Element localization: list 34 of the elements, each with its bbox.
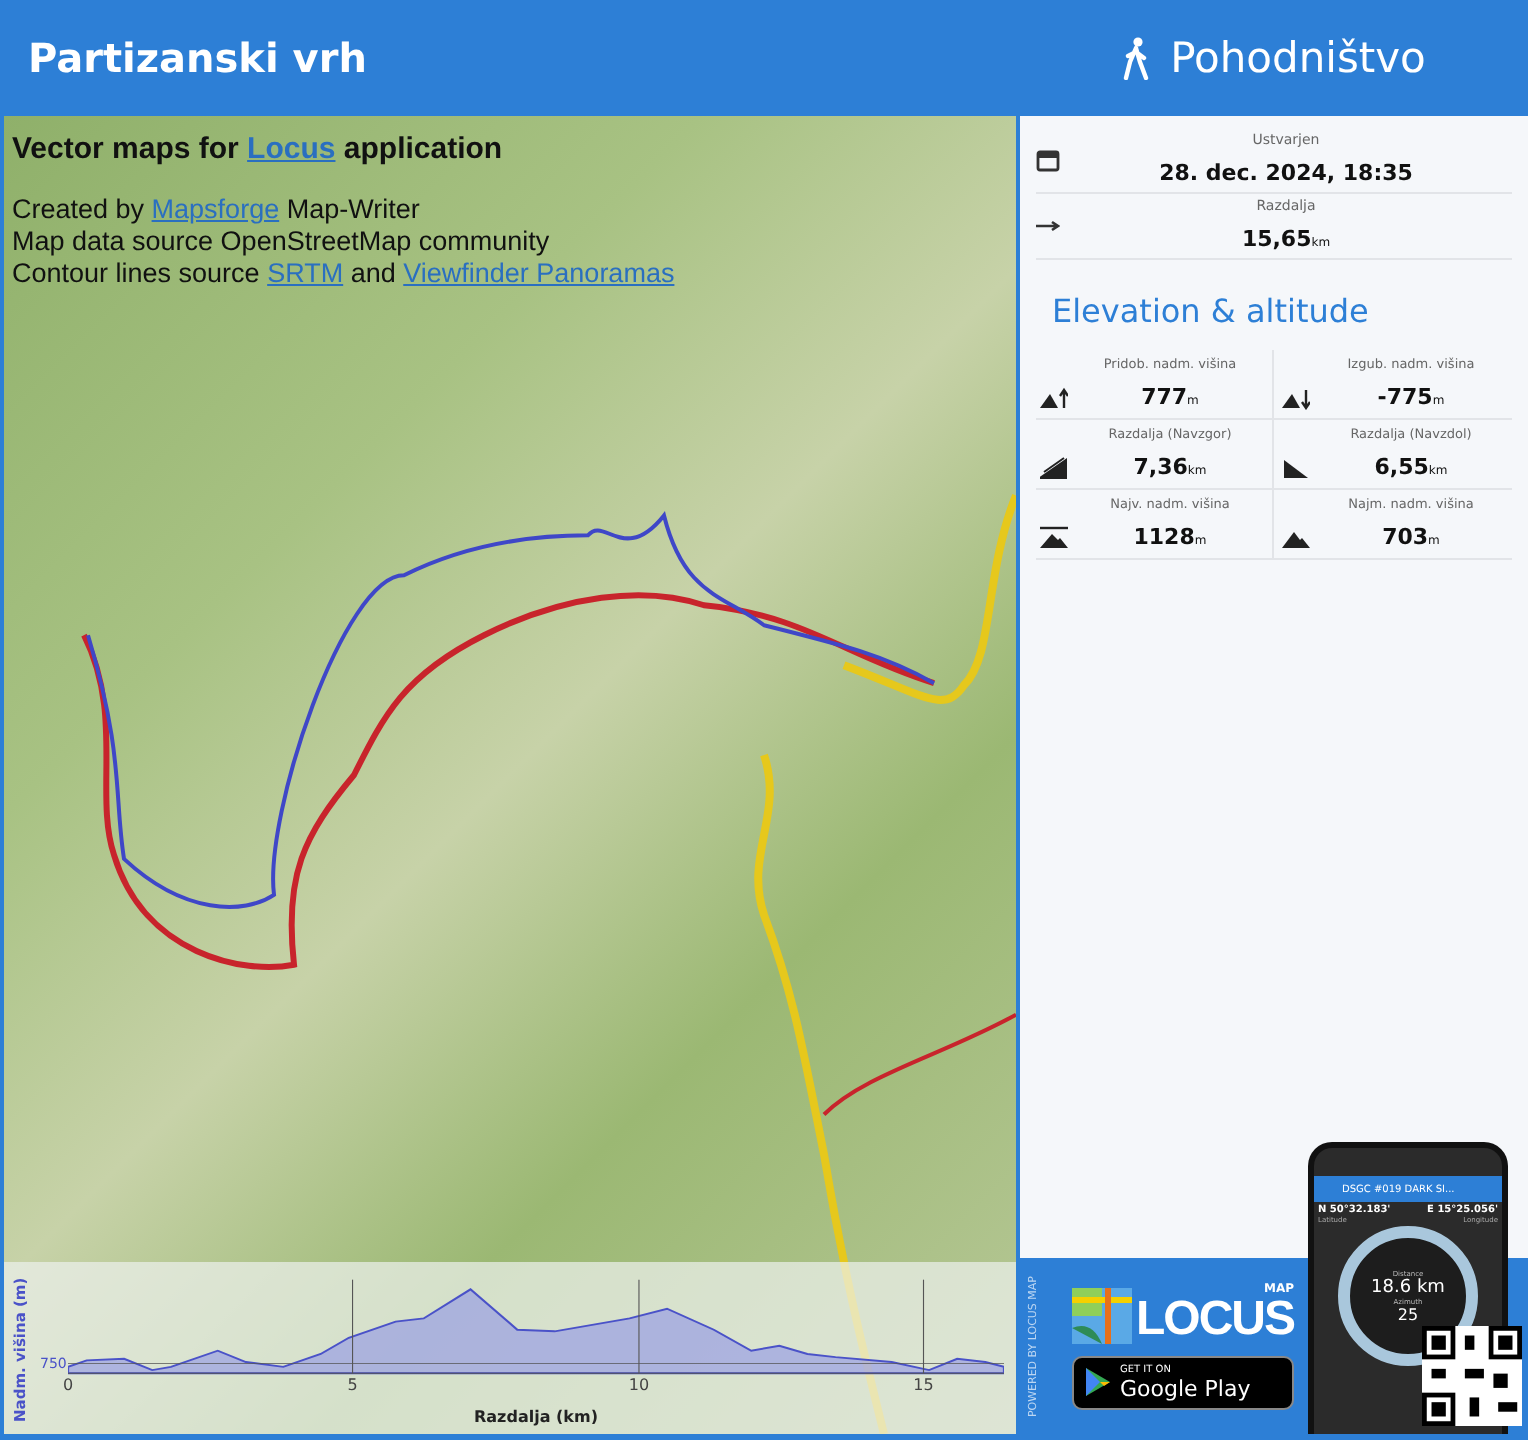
slope-up-icon (1040, 456, 1068, 480)
qr-code-icon (1422, 1326, 1522, 1426)
attribution-link[interactable]: SRTM (267, 258, 344, 288)
attribution-link[interactable]: Viewfinder Panoramas (403, 258, 675, 288)
compass-azimuth: 25 (1397, 1305, 1419, 1323)
attribution-link[interactable]: Mapsforge (151, 194, 280, 224)
axis-tick-label: 0 (62, 1376, 74, 1395)
axis-tick-label: 5 (347, 1376, 358, 1395)
puzzle-map-logo-icon (1072, 1287, 1132, 1343)
attribution-link[interactable]: Locus (247, 132, 336, 166)
attribution-text: Created by (12, 194, 147, 224)
play-store-icon (1086, 1368, 1110, 1396)
section-heading: Elevation & altitude (1052, 292, 1371, 330)
arrow-right-icon (1036, 219, 1060, 231)
axis-tick-label: 10 (628, 1376, 650, 1395)
slope-down-icon (1282, 456, 1310, 480)
logo-wordmark: LOCUS (1136, 1295, 1294, 1343)
attribution-text: Contour lines source (12, 258, 262, 288)
route-title: Partizanski vrh (28, 34, 367, 82)
mountain-down-icon (1282, 386, 1310, 410)
attribution-text: and (348, 258, 398, 288)
calendar-icon (1036, 147, 1060, 171)
attribution-text: Map-Writer (284, 194, 420, 224)
attribution-text: Vector maps for (12, 132, 241, 166)
attribution-text: Map data source OpenStreetMap community (12, 226, 550, 256)
info-value: 28. dec. 2024, 18:35 (1159, 160, 1413, 186)
activity-label: Pohodništvo (1170, 34, 1426, 82)
attribution-text: application (341, 132, 503, 166)
compass-distance: 18.6 km (1371, 1277, 1445, 1297)
axis-tick-label: 15 (913, 1376, 934, 1395)
mountain-up-icon (1040, 386, 1068, 410)
hiker-icon (1122, 36, 1151, 80)
mountain-top-icon (1040, 526, 1068, 550)
axis-label: Razdalja (km) (474, 1408, 598, 1426)
